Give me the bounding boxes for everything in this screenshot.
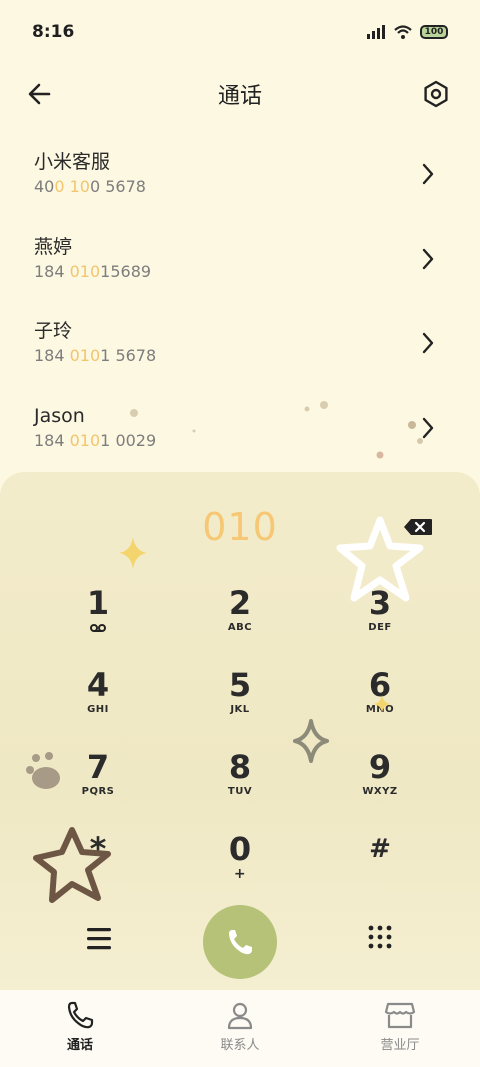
key-2[interactable]: 2 ABC — [180, 584, 300, 654]
key-letters: ABC — [227, 622, 253, 633]
key-1[interactable]: 1 — [38, 584, 158, 654]
tab-label: 营业厅 — [380, 1038, 420, 1053]
call-item[interactable]: 小米客服 400 100 5678 — [0, 134, 480, 219]
voicemail-icon — [90, 624, 106, 632]
settings-button[interactable] — [420, 78, 452, 110]
contact-name: 燕婷 — [34, 235, 73, 258]
page-title: 通话 — [217, 84, 262, 109]
decorative-dots — [130, 401, 423, 459]
key-letters: WXYZ — [362, 786, 398, 797]
signal-icon — [367, 25, 385, 39]
contact-name: 小米客服 — [34, 151, 111, 173]
sparkle-small-yellow-icon — [373, 695, 391, 713]
key-letters: GHI — [87, 704, 109, 715]
status-time: 8:16 — [32, 22, 75, 42]
contact-name: 子玲 — [34, 320, 73, 342]
contact-number: 184 0101 5678 — [34, 346, 157, 365]
key-9[interactable]: 9 WXYZ — [320, 748, 440, 818]
key-digit: 0 — [228, 830, 252, 868]
bottom-tab-bar: 通话 联系人 营业厅 — [0, 990, 480, 1067]
key-digit: # — [369, 834, 391, 864]
tab-label: 联系人 — [220, 1038, 260, 1053]
person-icon — [227, 1002, 253, 1030]
dial-actions — [0, 900, 480, 980]
back-button[interactable] — [24, 78, 56, 110]
key-digit: 5 — [228, 666, 252, 704]
wifi-icon — [394, 25, 412, 39]
key-letters: JKL — [230, 704, 250, 715]
contact-number: 184 01015689 — [34, 261, 152, 281]
menu-icon — [87, 928, 111, 950]
hexagon-settings-icon — [424, 80, 448, 108]
call-item[interactable]: 燕婷 184 01015689 — [0, 219, 480, 304]
call-item[interactable]: 子玲 184 0101 5678 — [0, 303, 480, 388]
sparkle-yellow-icon — [119, 537, 147, 569]
key-digit: 4 — [86, 666, 110, 704]
store-icon — [384, 1002, 416, 1029]
status-bar: 8:16 100 — [0, 0, 480, 64]
key-5[interactable]: 5 JKL — [180, 666, 300, 736]
chevron-right-icon[interactable] — [416, 162, 440, 186]
menu-button[interactable] — [84, 926, 114, 952]
star-outline-icon — [336, 516, 424, 602]
phone-icon — [229, 930, 252, 955]
tab-label: 通话 — [66, 1038, 93, 1053]
chevron-right-icon[interactable] — [416, 247, 440, 271]
key-digit: 2 — [228, 584, 252, 622]
call-button[interactable] — [203, 905, 277, 979]
battery-level: 100 — [424, 26, 444, 37]
dialpad-toggle-button[interactable] — [366, 924, 394, 952]
tab-store[interactable]: 营业厅 — [320, 990, 480, 1067]
key-letters: + — [233, 866, 247, 882]
header: 通话 — [0, 64, 480, 124]
battery-icon: 100 — [420, 25, 448, 39]
key-0[interactable]: 0 + — [180, 830, 300, 900]
status-icons: 100 — [366, 25, 448, 39]
dialpad-grid-icon — [368, 925, 392, 949]
paw-print-icon — [26, 752, 60, 789]
star-outline-brown-icon — [33, 827, 111, 903]
key-4[interactable]: 4 GHI — [38, 666, 158, 736]
key-letters: TUV — [227, 786, 253, 797]
key-8[interactable]: 8 TUV — [180, 748, 300, 818]
tab-contacts[interactable]: 联系人 — [160, 990, 320, 1067]
key-letters: DEF — [368, 622, 392, 633]
key-hash[interactable]: # — [320, 830, 440, 900]
arrow-left-icon — [28, 83, 51, 105]
sparkle-gray-icon — [293, 719, 329, 763]
key-digit: 9 — [368, 748, 392, 786]
tab-calls[interactable]: 通话 — [0, 990, 160, 1067]
key-digit: 8 — [228, 748, 252, 786]
phone-icon — [67, 1001, 94, 1029]
contact-number: 400 100 5678 — [34, 177, 146, 196]
key-digit: 1 — [86, 584, 110, 622]
chevron-right-icon[interactable] — [416, 331, 440, 355]
